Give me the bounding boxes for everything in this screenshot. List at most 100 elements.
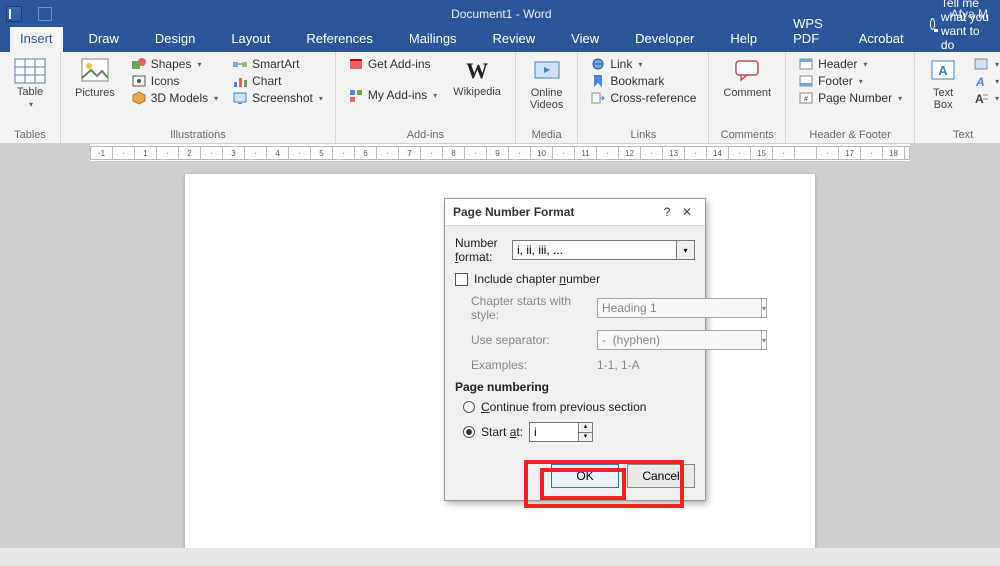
screenshot-button[interactable]: Screenshot▾ bbox=[230, 90, 325, 106]
continue-radio[interactable] bbox=[463, 401, 475, 413]
svg-text:A: A bbox=[975, 92, 984, 105]
pictures-icon bbox=[81, 58, 109, 82]
title-bar: Document1 - Word Afya M bbox=[0, 0, 1000, 28]
tab-layout[interactable]: Layout bbox=[221, 27, 280, 52]
bookmark-icon bbox=[590, 74, 606, 88]
include-chapter-checkbox[interactable] bbox=[455, 273, 468, 286]
comments-group-label: Comments bbox=[719, 127, 775, 141]
lightbulb-icon bbox=[930, 18, 935, 30]
qat-placeholder-icon[interactable] bbox=[38, 7, 52, 21]
smartart-button[interactable]: SmartArt bbox=[230, 56, 325, 72]
tab-acrobat[interactable]: Acrobat bbox=[849, 27, 914, 52]
group-illustrations: Pictures Shapes▾ Icons 3D Models▾ bbox=[61, 52, 336, 143]
dialog-help-button[interactable]: ? bbox=[657, 205, 677, 219]
svg-text:A: A bbox=[975, 75, 985, 88]
dialog-title: Page Number Format bbox=[453, 205, 574, 219]
header-icon bbox=[798, 57, 814, 71]
addins-icon bbox=[348, 88, 364, 102]
pictures-button[interactable]: Pictures bbox=[71, 56, 119, 101]
shapes-button[interactable]: Shapes▾ bbox=[129, 56, 220, 72]
comment-button[interactable]: Comment bbox=[719, 56, 775, 101]
link-button[interactable]: Link▾ bbox=[588, 56, 698, 72]
dropcap-button[interactable]: A▾ bbox=[971, 90, 1000, 106]
tab-mailings[interactable]: Mailings bbox=[399, 27, 467, 52]
headerfooter-group-label: Header & Footer bbox=[796, 127, 904, 141]
dialog-close-button[interactable]: ✕ bbox=[677, 205, 697, 219]
dropcap-icon: A bbox=[973, 91, 989, 105]
number-format-label: Number format: bbox=[455, 236, 506, 264]
wikipedia-icon: W bbox=[453, 58, 501, 84]
tell-me-label: Tell me what you want to do bbox=[941, 0, 990, 52]
separator-select bbox=[597, 330, 762, 350]
table-label: Table bbox=[17, 86, 43, 98]
crossref-button[interactable]: Cross-reference bbox=[588, 90, 698, 106]
header-button[interactable]: Header▾ bbox=[796, 56, 904, 72]
tab-view[interactable]: View bbox=[561, 27, 609, 52]
get-addins-button[interactable]: Get Add-ins bbox=[346, 56, 439, 72]
cancel-button[interactable]: Cancel bbox=[627, 464, 695, 488]
wordart-button[interactable]: A▾ bbox=[971, 73, 1000, 89]
video-icon bbox=[533, 58, 561, 82]
start-at-input[interactable] bbox=[529, 422, 579, 442]
quickparts-icon bbox=[973, 57, 989, 71]
horizontal-ruler[interactable]: -1·1·2·3·4·5·6·7·8·9·10·11·12·13·14·15··… bbox=[90, 144, 910, 162]
chart-button[interactable]: Chart bbox=[230, 73, 325, 89]
footer-button[interactable]: Footer▾ bbox=[796, 73, 904, 89]
examples-label: Examples: bbox=[471, 358, 591, 372]
crossref-icon bbox=[590, 91, 606, 105]
bookmark-button[interactable]: Bookmark bbox=[588, 73, 698, 89]
tab-review[interactable]: Review bbox=[483, 27, 546, 52]
group-addins: Get Add-ins My Add-ins▾ W Wikipedia Add-… bbox=[336, 52, 516, 143]
tab-references[interactable]: References bbox=[296, 27, 382, 52]
chapter-style-select bbox=[597, 298, 762, 318]
links-group-label: Links bbox=[588, 127, 698, 141]
tell-me[interactable]: Tell me what you want to do bbox=[930, 0, 1000, 52]
spin-down[interactable]: ▾ bbox=[579, 432, 593, 442]
spin-up[interactable]: ▴ bbox=[579, 422, 593, 432]
3d-models-button[interactable]: 3D Models▾ bbox=[129, 90, 220, 106]
comment-icon bbox=[733, 58, 761, 82]
start-at-radio[interactable] bbox=[463, 426, 475, 438]
group-media: Online Videos Media bbox=[516, 52, 578, 143]
tab-developer[interactable]: Developer bbox=[625, 27, 704, 52]
text-group-label: Text bbox=[925, 127, 1000, 141]
number-format-select[interactable] bbox=[512, 240, 677, 260]
word-app-icon bbox=[6, 6, 22, 22]
ribbon: Table▾ Tables Pictures Shapes▾ bbox=[0, 52, 1000, 144]
textbox-button[interactable]: A Text Box bbox=[925, 56, 961, 113]
tab-draw[interactable]: Draw bbox=[79, 27, 129, 52]
footer-icon bbox=[798, 74, 814, 88]
chart-icon bbox=[232, 74, 248, 88]
group-tables: Table▾ Tables bbox=[0, 52, 61, 143]
icons-button[interactable]: Icons bbox=[129, 73, 220, 89]
ribbon-tabs: Insert Draw Design Layout References Mai… bbox=[0, 28, 1000, 52]
tab-wpspdf[interactable]: WPS PDF bbox=[783, 12, 833, 52]
tab-insert[interactable]: Insert bbox=[10, 27, 63, 52]
svg-text:#: # bbox=[804, 96, 808, 103]
include-chapter-label: Include chapter number bbox=[474, 272, 600, 286]
wikipedia-button[interactable]: W Wikipedia bbox=[449, 56, 505, 100]
examples-value: 1-1, 1-A bbox=[597, 358, 640, 372]
group-header-footer: Header▾ Footer▾ # Page Number▾ Header & … bbox=[786, 52, 915, 143]
page-number-button[interactable]: # Page Number▾ bbox=[796, 90, 904, 106]
online-video-label: Online Videos bbox=[530, 87, 563, 111]
online-videos-button[interactable]: Online Videos bbox=[526, 56, 567, 113]
media-group-label: Media bbox=[526, 127, 567, 141]
table-button[interactable]: Table▾ bbox=[10, 56, 50, 112]
tables-group-label: Tables bbox=[10, 127, 50, 141]
ok-button[interactable]: OK bbox=[551, 464, 619, 488]
shapes-icon bbox=[131, 57, 147, 71]
start-at-label: Start at: bbox=[481, 425, 523, 439]
my-addins-button[interactable]: My Add-ins▾ bbox=[346, 87, 439, 103]
wordart-icon: A bbox=[973, 74, 989, 88]
store-icon bbox=[348, 57, 364, 71]
tab-help[interactable]: Help bbox=[720, 27, 767, 52]
table-icon bbox=[14, 58, 46, 84]
page-number-icon: # bbox=[798, 91, 814, 105]
number-format-dropdown[interactable]: ▾ bbox=[677, 240, 695, 260]
comment-label: Comment bbox=[723, 87, 771, 99]
tab-design[interactable]: Design bbox=[145, 27, 205, 52]
svg-text:A: A bbox=[938, 63, 948, 78]
continue-label: Continue from previous section bbox=[481, 400, 646, 414]
quickparts-button[interactable]: ▾ bbox=[971, 56, 1000, 72]
